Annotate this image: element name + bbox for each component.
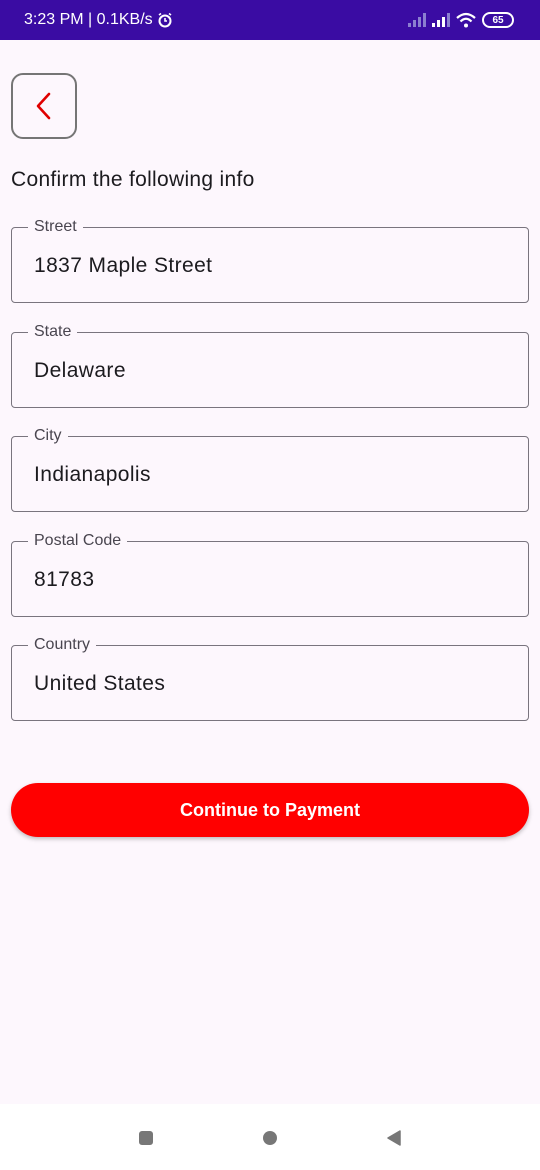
status-bar: 3:23 PM | 0.1KB/s 65: [0, 0, 540, 40]
state-label: State: [28, 322, 78, 342]
street-label: Street: [28, 217, 83, 237]
status-right: 65: [408, 12, 514, 28]
signal-icon: [408, 13, 426, 27]
wifi-icon: [456, 12, 476, 28]
country-value[interactable]: United States: [34, 672, 165, 696]
postal-code-value[interactable]: 81783: [34, 568, 94, 592]
navigation-bar: [0, 1104, 540, 1170]
country-label: Country: [28, 635, 97, 655]
continue-to-payment-button[interactable]: Continue to Payment: [11, 783, 529, 837]
home-icon[interactable]: [263, 1131, 277, 1145]
status-time-speed: 3:23 PM | 0.1KB/s: [24, 11, 153, 28]
chevron-left-icon: [36, 92, 51, 120]
page-title: Confirm the following info: [11, 168, 255, 191]
postal-code-label: Postal Code: [28, 531, 128, 551]
city-label: City: [28, 426, 68, 446]
recents-icon[interactable]: [139, 1131, 153, 1145]
alarm-icon: [158, 12, 172, 28]
city-value[interactable]: Indianapolis: [34, 463, 151, 487]
signal-icon-2: [432, 13, 450, 27]
battery-level: 65: [492, 14, 504, 26]
street-value[interactable]: 1837 Maple Street: [34, 254, 212, 278]
country-field[interactable]: Country United States: [11, 635, 529, 721]
street-field[interactable]: Street 1837 Maple Street: [11, 217, 529, 303]
state-field[interactable]: State Delaware: [11, 322, 529, 408]
postal-code-field[interactable]: Postal Code 81783: [11, 531, 529, 617]
back-button[interactable]: [11, 73, 77, 139]
battery-icon: 65: [482, 12, 514, 28]
back-nav-icon[interactable]: [386, 1130, 402, 1146]
state-value[interactable]: Delaware: [34, 359, 126, 383]
city-field[interactable]: City Indianapolis: [11, 426, 529, 512]
status-left: 3:23 PM | 0.1KB/s: [24, 11, 173, 29]
